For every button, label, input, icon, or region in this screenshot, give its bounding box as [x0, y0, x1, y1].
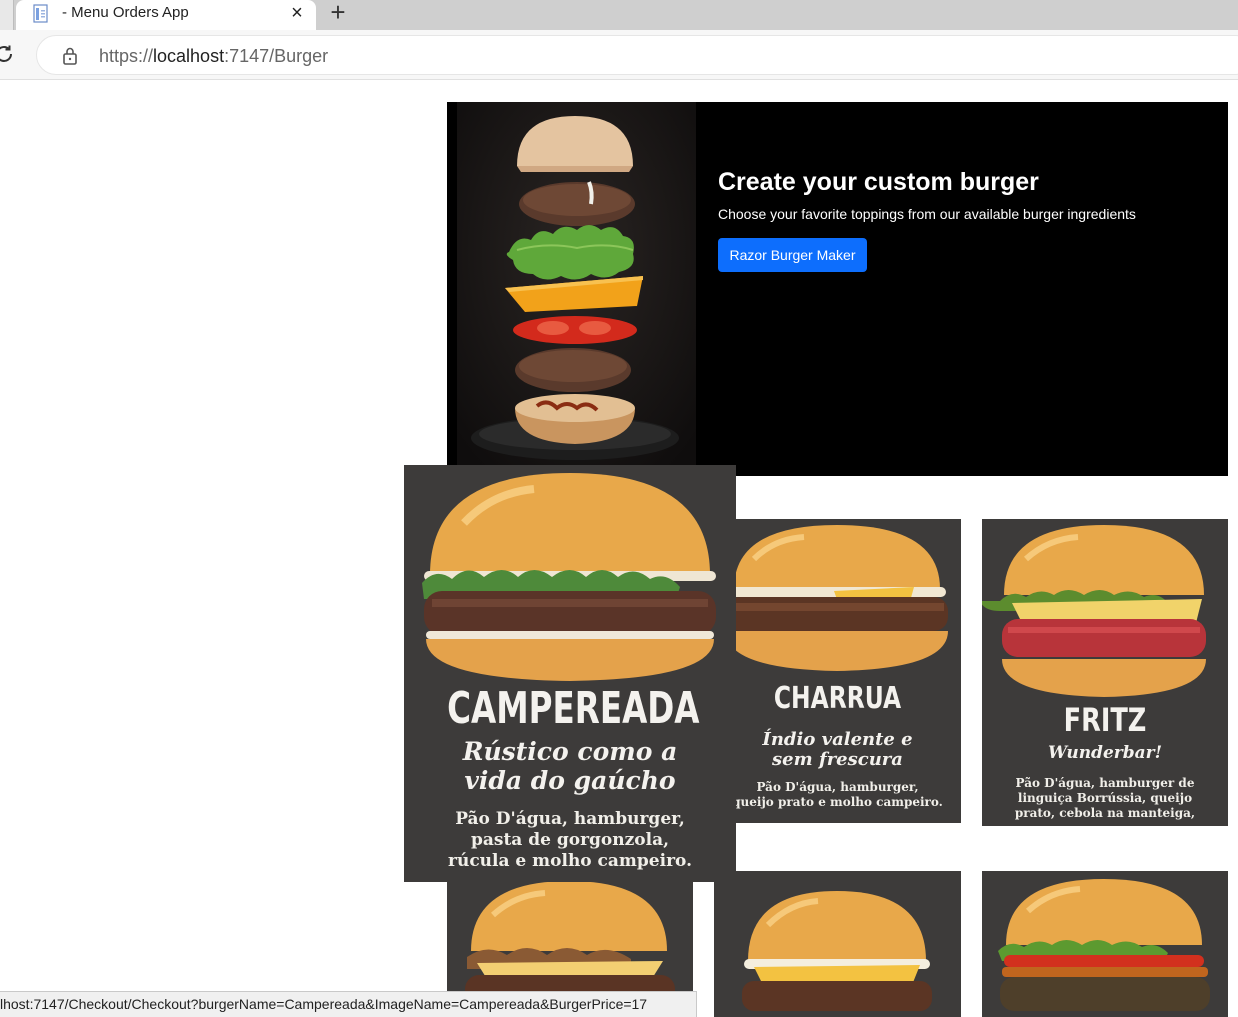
url-scheme: https://: [99, 46, 154, 66]
campereada-tagline-2: vida do gaúcho: [464, 766, 676, 795]
address-bar[interactable]: https://localhost:7147/Burger: [36, 35, 1238, 75]
fritz-name: FRITZ: [1063, 701, 1147, 739]
charrua-desc-1: Pão D'água, hamburger,: [756, 780, 919, 794]
page-favicon-icon: [32, 4, 50, 24]
tab-title: - Menu Orders App: [62, 4, 189, 21]
hero-banner: Create your custom burger Choose your fa…: [447, 102, 1228, 476]
campereada-desc-2: pasta de gorgonzola,: [470, 830, 670, 850]
browser-toolbar: https://localhost:7147/Burger: [0, 30, 1238, 80]
burger-card-charrua[interactable]: CHARRUA Índio valente e sem frescura Pão…: [714, 519, 961, 823]
close-icon[interactable]: ×: [286, 2, 308, 24]
campereada-desc-1: Pão D'água, hamburger,: [455, 809, 685, 829]
burger-card-6[interactable]: [982, 871, 1228, 1017]
campereada-desc-3: rúcula e molho campeiro.: [448, 851, 692, 871]
campereada-tagline-1: Rústico como a: [462, 737, 678, 766]
burger-card-fritz[interactable]: FRITZ Wunderbar! Pão D'água, hamburger d…: [982, 519, 1228, 826]
charrua-tagline-1: Índio valente e: [762, 729, 913, 750]
burger-card-5[interactable]: [714, 871, 961, 1017]
charrua-burger-image: [726, 525, 948, 671]
link-status-bar: lhost:7147/Checkout/Checkout?burgerName=…: [0, 991, 697, 1017]
fritz-desc-3: prato, cebola na manteiga,: [1014, 806, 1196, 820]
url-text: https://localhost:7147/Burger: [99, 46, 328, 67]
razor-burger-maker-button[interactable]: Razor Burger Maker: [718, 238, 867, 272]
reload-icon[interactable]: [0, 42, 16, 66]
browser-tab-active[interactable]: - Menu Orders App ×: [16, 0, 316, 30]
fritz-desc-2: linguiça Borrússia, queijo: [1017, 791, 1193, 805]
campereada-burger-image: [422, 473, 716, 681]
url-host: localhost: [153, 46, 225, 66]
campereada-name: CAMPEREADA: [447, 683, 700, 734]
charrua-tagline-2: sem frescura: [772, 749, 903, 770]
burger-5-image: [742, 891, 932, 1011]
previous-tab-edge[interactable]: [0, 0, 14, 30]
lock-icon[interactable]: [61, 46, 79, 66]
plus-icon[interactable]: +: [326, 0, 350, 26]
burger-card-campereada[interactable]: CAMPEREADA Rústico como a vida do gaúcho…: [404, 465, 736, 882]
fritz-desc-1: Pão D'água, hamburger de: [1015, 776, 1195, 790]
url-path: :7147/Burger: [224, 46, 329, 66]
fritz-tagline-1: Wunderbar!: [1047, 743, 1163, 763]
charrua-name: CHARRUA: [773, 681, 902, 716]
charrua-desc-2: queijo prato e molho campeiro.: [732, 795, 943, 809]
burger-6-image: [998, 879, 1210, 1011]
hero-title: Create your custom burger: [718, 168, 1039, 196]
exploded-burger-image: [457, 102, 696, 476]
hero-subtitle: Choose your favorite toppings from our a…: [718, 206, 1136, 222]
browser-tab-strip: - Menu Orders App × +: [0, 0, 1238, 30]
fritz-burger-image: [982, 525, 1206, 697]
